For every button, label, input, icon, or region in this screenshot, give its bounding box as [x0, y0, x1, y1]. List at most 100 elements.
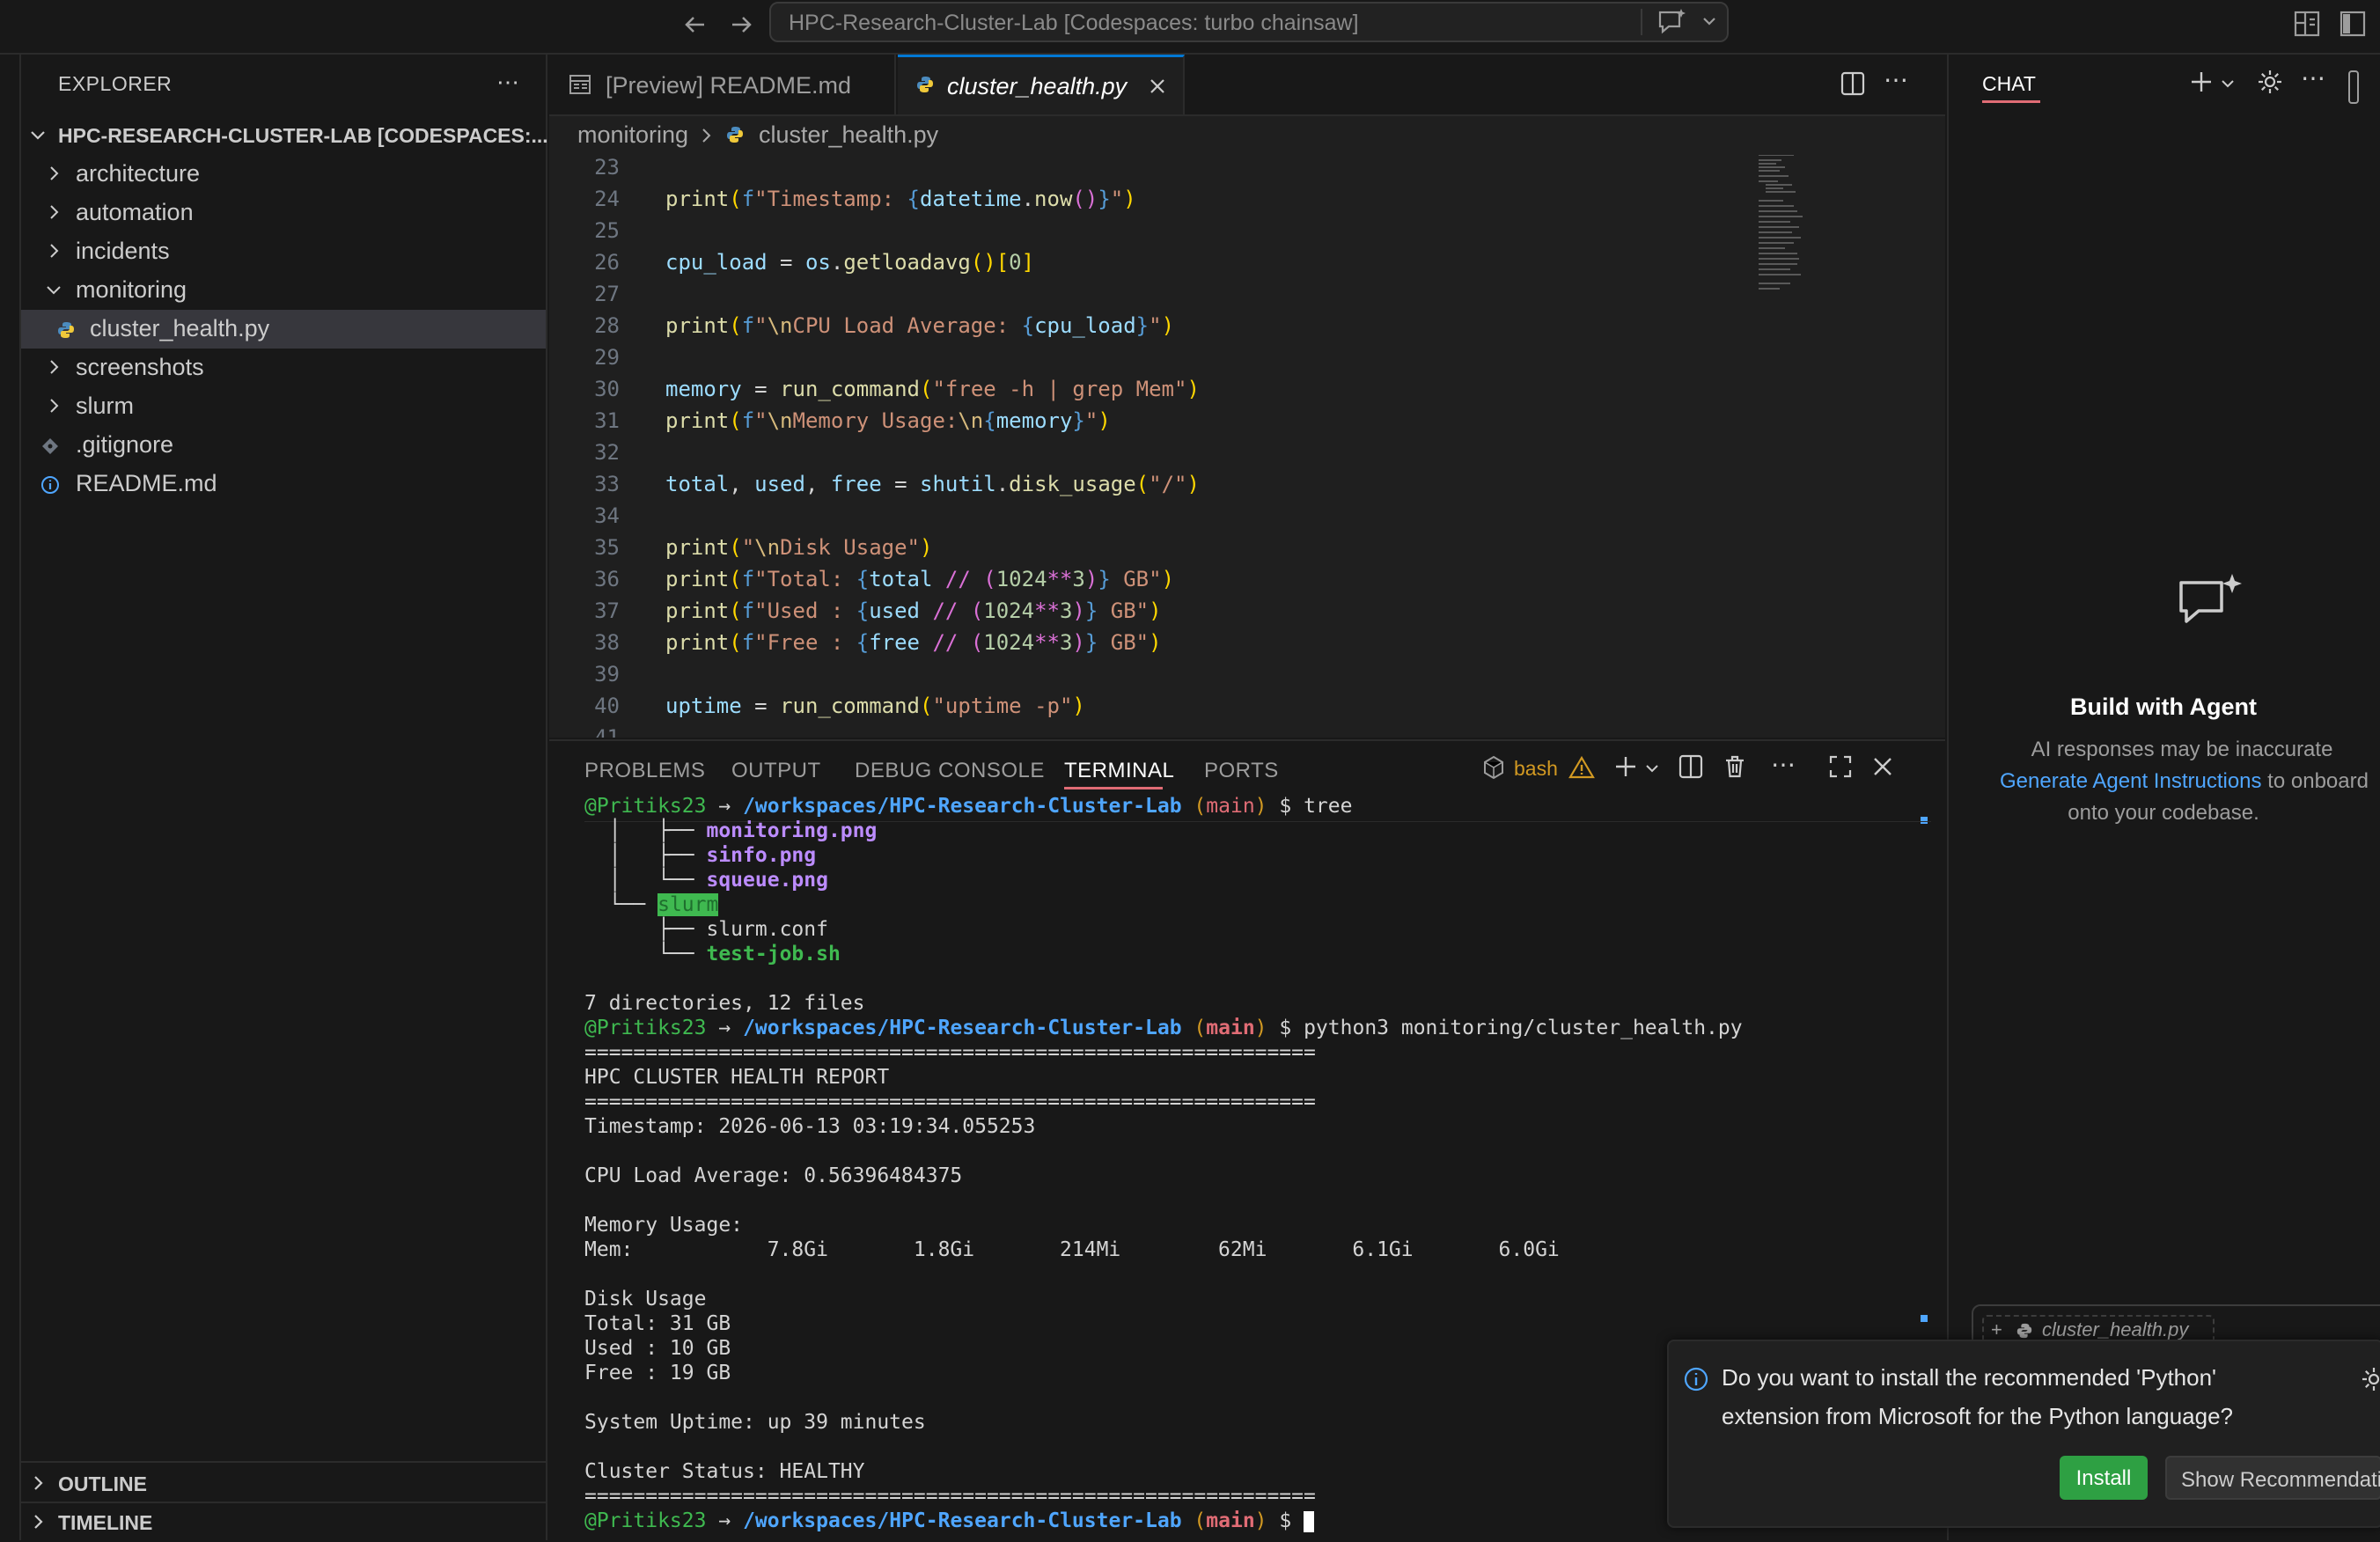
toast-message-line2: extension from Microsoft for the Python … — [1722, 1403, 2233, 1429]
line-number: 27 — [594, 282, 620, 306]
file-label: cluster_health.py — [90, 315, 270, 341]
breadcrumb-folder[interactable]: monitoring — [577, 121, 688, 149]
show-recommendations-button[interactable]: Show Recommendations — [2165, 1456, 2380, 1500]
info-icon — [41, 476, 59, 494]
more-actions-icon[interactable]: ⋯ — [1884, 65, 1908, 94]
line-number: 23 — [594, 155, 620, 180]
new-terminal-icon[interactable] — [1612, 753, 1639, 780]
line-number: 32 — [594, 440, 620, 465]
chevron-right-icon — [50, 205, 59, 219]
tab-cluster-health-py[interactable]: cluster_health.py — [898, 55, 1185, 114]
extension-recommendation-toast: Do you want to install the recommended '… — [1667, 1340, 2380, 1528]
shell-name[interactable]: bash — [1514, 757, 1558, 781]
prompt-arrow: → — [718, 795, 731, 818]
file-gitignore[interactable]: .gitignore — [21, 426, 546, 465]
generate-instructions-link[interactable]: Generate Agent Instructions — [2000, 769, 2262, 793]
report-rule: ========================================… — [584, 1090, 1316, 1113]
command-center-search[interactable]: HPC-Research-Cluster-Lab [Codespaces: tu… — [769, 2, 1729, 42]
split-terminal-icon[interactable] — [1678, 753, 1704, 780]
add-context-icon[interactable]: + — [1991, 1318, 2002, 1341]
folder-incidents[interactable]: incidents — [21, 232, 546, 271]
prompt-user: @Pritiks23 — [584, 795, 707, 818]
chevron-down-icon[interactable] — [2220, 76, 2236, 92]
install-button-label: Install — [2075, 1466, 2132, 1490]
breadcrumb-file[interactable]: cluster_health.py — [759, 121, 938, 149]
report-mem-row: Mem: 7.8Gi 1.8Gi 214Mi 62Mi 6.1Gi 6.0Gi — [584, 1238, 1560, 1261]
line-number: 38 — [594, 630, 620, 655]
folder-label: incidents — [76, 238, 170, 264]
file-label: README.md — [76, 470, 217, 496]
line-number: 36 — [594, 567, 620, 591]
preview-icon — [569, 75, 591, 94]
back-arrow-icon[interactable] — [681, 11, 709, 39]
minimap[interactable] — [1757, 155, 1854, 319]
close-icon[interactable] — [1148, 77, 1167, 96]
outline-section[interactable]: OUTLINE — [21, 1465, 546, 1503]
folder-monitoring[interactable]: monitoring — [21, 271, 546, 310]
window-control-icon[interactable] — [2348, 70, 2359, 104]
command-center-text: HPC-Research-Cluster-Lab [Codespaces: tu… — [789, 11, 1359, 35]
gear-icon[interactable] — [2361, 1366, 2380, 1392]
tab-label: [Preview] README.md — [606, 72, 852, 99]
chevron-down-icon[interactable] — [1644, 760, 1660, 776]
folder-screenshots[interactable]: screenshots — [21, 349, 546, 387]
warning-icon[interactable] — [1568, 755, 1595, 780]
file-cluster-health-py[interactable]: cluster_health.py — [21, 310, 546, 349]
chevron-right-icon — [34, 1476, 43, 1490]
chevron-down-icon[interactable] — [1701, 12, 1718, 30]
line-number: 29 — [594, 345, 620, 370]
new-chat-icon[interactable] — [2188, 69, 2215, 95]
folder-automation[interactable]: automation — [21, 194, 546, 232]
tab-problems[interactable]: PROBLEMS — [584, 759, 705, 783]
tab-chat[interactable]: CHAT — [1982, 72, 2036, 96]
chevron-right-icon — [50, 360, 59, 374]
report-timestamp: Timestamp: 2026-06-13 03:19:34.055253 — [584, 1115, 1036, 1138]
chevron-down-icon — [31, 131, 45, 140]
split-editor-icon[interactable] — [1840, 70, 1866, 97]
info-icon — [1684, 1367, 1708, 1391]
copilot-chat-icon[interactable] — [1656, 7, 1688, 37]
forward-arrow-icon[interactable] — [727, 11, 755, 39]
more-actions-icon[interactable]: ⋯ — [1771, 750, 1796, 779]
tab-readme-preview[interactable]: [Preview] README.md — [549, 55, 896, 114]
line-number: 25 — [594, 218, 620, 243]
close-panel-icon[interactable] — [1871, 755, 1894, 778]
toggle-sidebar-icon[interactable] — [2338, 9, 2368, 39]
prompt-path: /workspaces/HPC-Research-Cluster-Lab — [743, 795, 1182, 818]
tab-debug-console[interactable]: DEBUG CONSOLE — [855, 759, 1045, 783]
file-readme[interactable]: README.md — [21, 465, 546, 503]
customize-layout-icon[interactable] — [2292, 9, 2322, 39]
workspace-root-label: HPC-RESEARCH-CLUSTER-LAB [CODESPACES:... — [58, 124, 548, 147]
line-number: 37 — [594, 598, 620, 623]
chat-heading: Build with Agent — [2070, 694, 2257, 720]
trash-icon[interactable] — [1722, 753, 1748, 780]
tab-output[interactable]: OUTPUT — [731, 759, 821, 783]
gear-icon[interactable] — [2257, 69, 2283, 95]
chat-disclaimer: AI responses may be inaccurate — [2031, 738, 2333, 761]
python-file-icon — [727, 127, 743, 143]
terminal-profile-icon — [1482, 755, 1505, 780]
folder-slurm[interactable]: slurm — [21, 387, 546, 426]
maximize-panel-icon[interactable] — [1827, 753, 1854, 780]
line-number: 40 — [594, 694, 620, 718]
code-editor[interactable]: 23 24 print(f"Timestamp: {datetime.now()}… — [549, 155, 1945, 738]
tab-terminal[interactable]: TERMINAL — [1064, 759, 1174, 783]
workspace-root-folder[interactable]: HPC-RESEARCH-CLUSTER-LAB [CODESPACES:... — [21, 116, 548, 155]
python-file-icon — [917, 77, 933, 92]
outline-label: OUTLINE — [58, 1472, 147, 1495]
line-number: 31 — [594, 408, 620, 433]
more-actions-icon[interactable]: ⋯ — [496, 69, 519, 96]
tree-file: test-job.sh — [706, 943, 841, 966]
folder-label: automation — [76, 199, 194, 225]
tree-line: └── test-job.sh — [584, 943, 841, 966]
install-button[interactable]: Install — [2060, 1456, 2148, 1500]
line-number: 41 — [594, 725, 620, 738]
folder-architecture[interactable]: architecture — [21, 155, 546, 194]
line-number: 30 — [594, 377, 620, 401]
tree-file: slurm.conf — [706, 918, 828, 941]
more-actions-icon[interactable]: ⋯ — [2301, 63, 2325, 92]
tree-line: │ ├── sinfo.png — [584, 844, 817, 867]
report-mem-header: Memory Usage: — [584, 1214, 744, 1237]
timeline-section[interactable]: TIMELINE — [21, 1503, 546, 1542]
tab-ports[interactable]: PORTS — [1204, 759, 1279, 783]
